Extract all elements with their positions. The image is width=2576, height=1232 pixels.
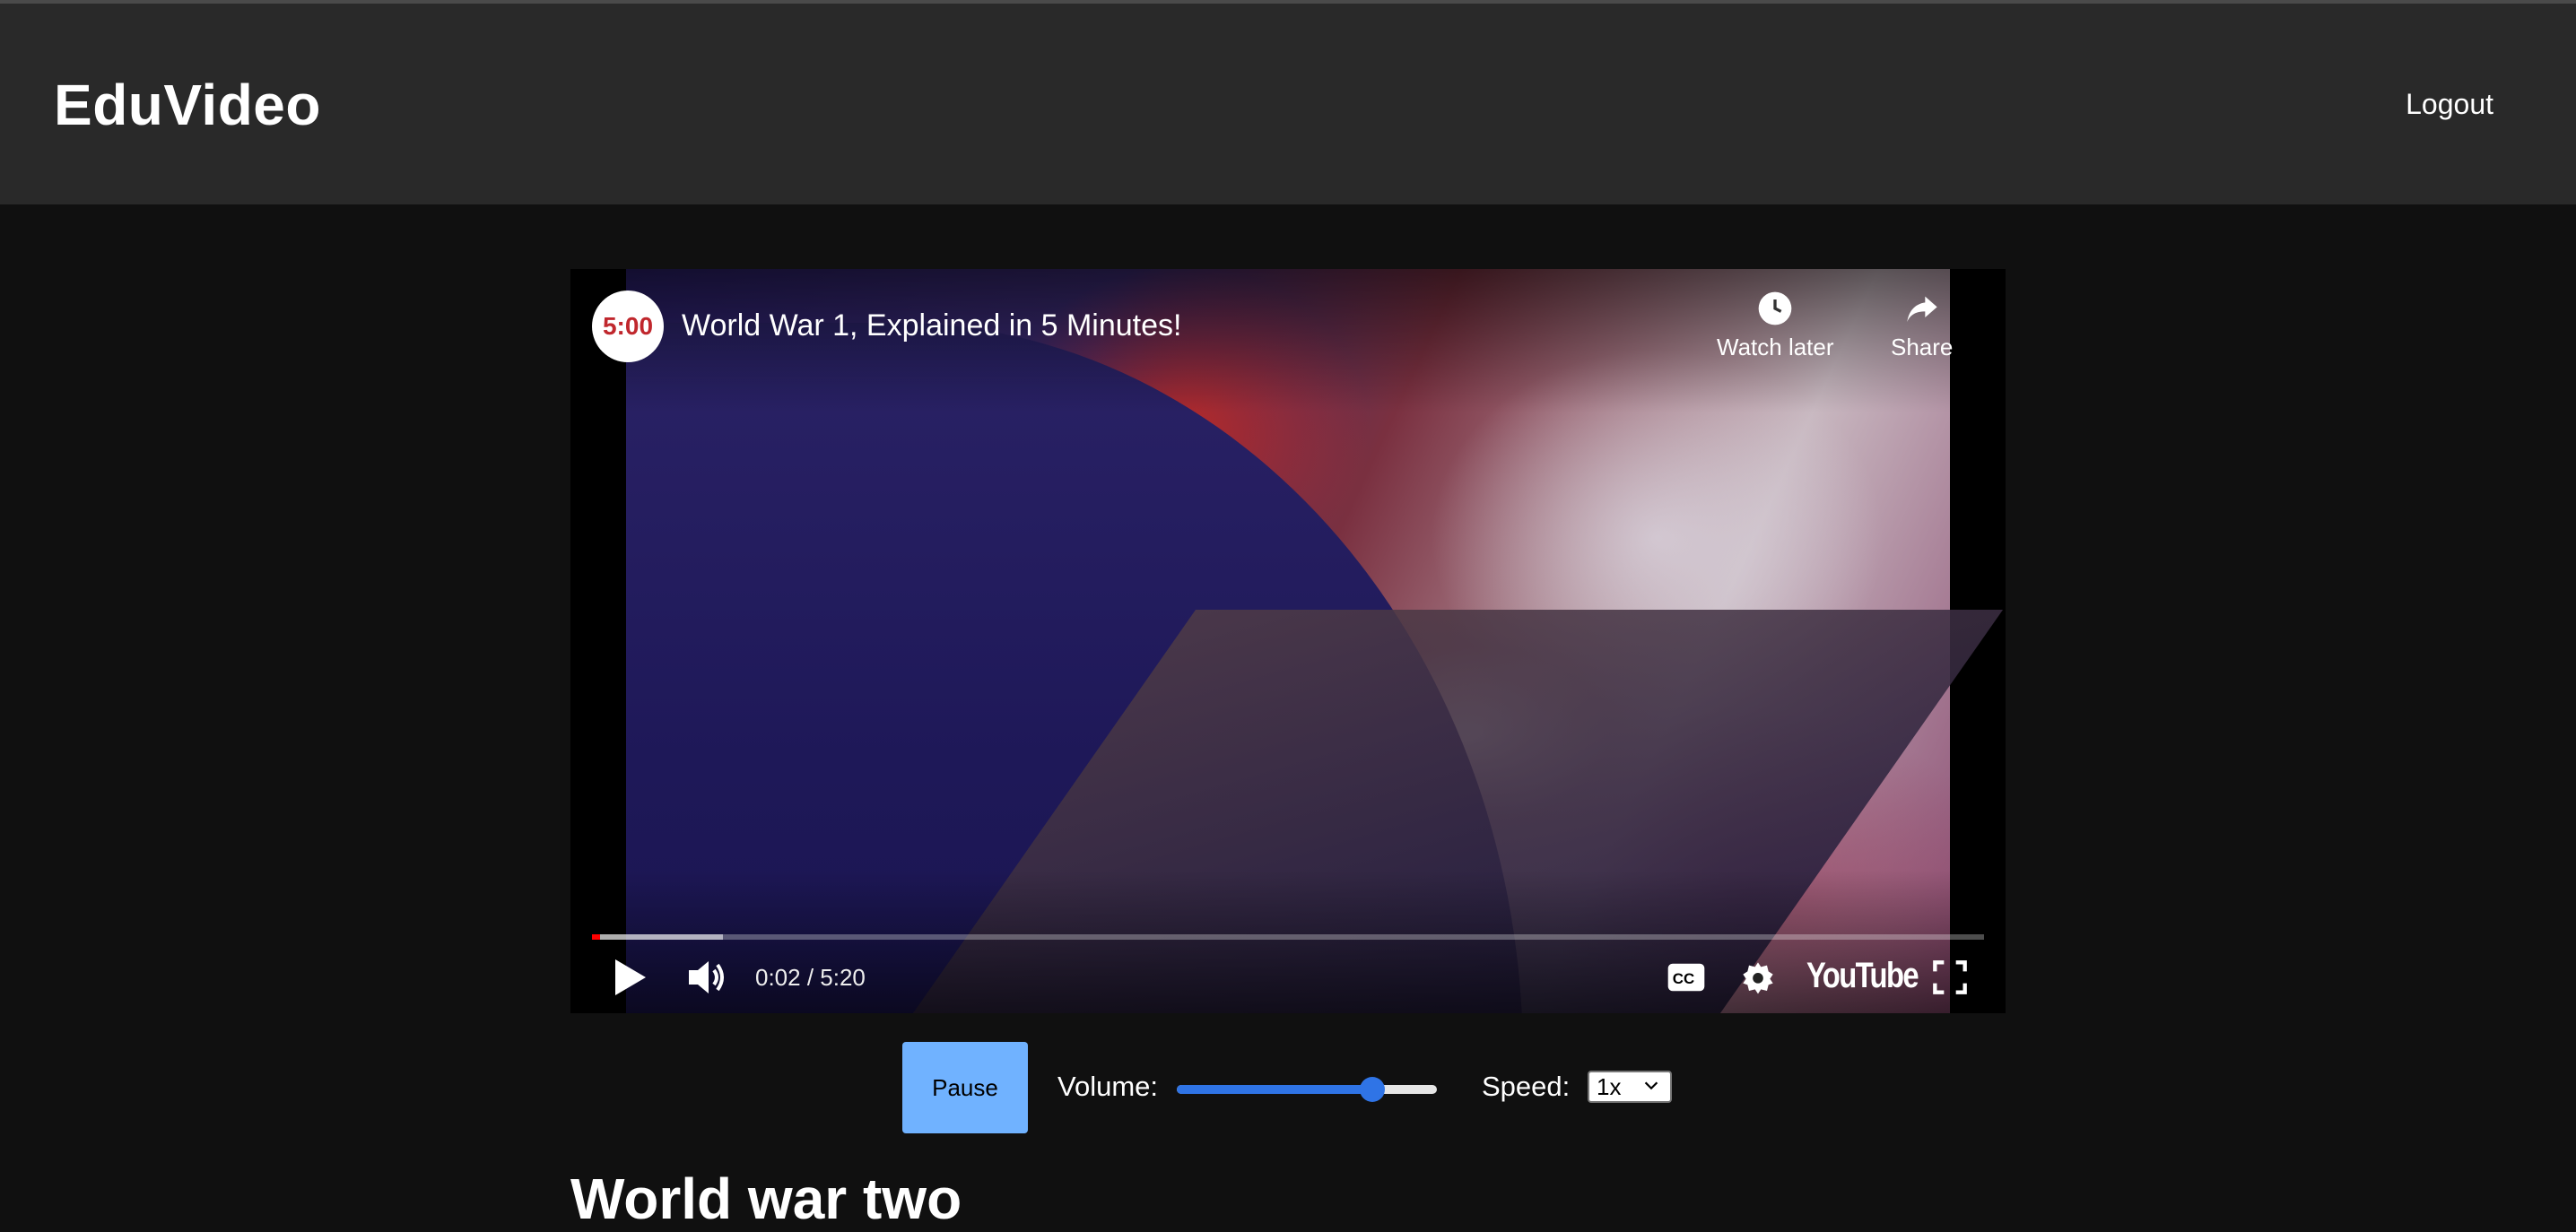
pause-button[interactable]: Pause xyxy=(902,1042,1028,1133)
clock-icon xyxy=(1758,291,1792,325)
play-button[interactable] xyxy=(612,954,648,1001)
progress-played xyxy=(592,934,601,940)
volume-slider[interactable] xyxy=(1177,1076,1437,1102)
watch-later-button[interactable]: Watch later xyxy=(1717,291,1834,361)
youtube-logo[interactable]: YouTube xyxy=(1806,956,1919,996)
channel-logo-text: 5:00 xyxy=(602,312,654,340)
volume-label: Volume: xyxy=(1057,1071,1159,1102)
speed-label: Speed: xyxy=(1482,1071,1571,1102)
custom-controls: Pause Volume: Speed: 1x xyxy=(902,1042,1710,1133)
page-title: World war two xyxy=(570,1167,962,1231)
bottom-overlay xyxy=(570,870,2006,1013)
logout-link[interactable]: Logout xyxy=(2406,88,2493,121)
share-label: Share xyxy=(1891,334,1954,360)
volume-slider-fill xyxy=(1177,1085,1372,1094)
app-header: EduVideo Logout xyxy=(0,4,2576,204)
progress-loaded xyxy=(592,934,723,940)
captions-button[interactable]: CC xyxy=(1667,954,1706,1001)
mute-button[interactable] xyxy=(685,954,728,1001)
brand-logo[interactable]: EduVideo xyxy=(54,72,321,138)
captions-icon: CC xyxy=(1667,963,1705,992)
video-title[interactable]: World War 1, Explained in 5 Minutes! xyxy=(682,308,1181,343)
time-display: 0:02 / 5:20 xyxy=(755,964,866,991)
settings-button[interactable] xyxy=(1740,954,1776,1001)
chevron-down-icon xyxy=(1644,1081,1658,1090)
channel-avatar[interactable]: 5:00 xyxy=(592,291,664,362)
watch-later-label: Watch later xyxy=(1717,334,1834,360)
share-icon xyxy=(1907,296,1937,322)
speed-select-value: 1x xyxy=(1597,1072,1622,1100)
play-icon xyxy=(615,959,646,995)
progress-bar[interactable] xyxy=(592,934,1984,940)
volume-icon xyxy=(689,961,724,993)
video-player[interactable]: 5:00 World War 1, Explained in 5 Minutes… xyxy=(570,269,2006,1013)
speed-select[interactable]: 1x xyxy=(1588,1071,1672,1103)
fullscreen-button[interactable] xyxy=(1932,954,1968,1001)
fullscreen-icon xyxy=(1933,960,1967,994)
gear-icon xyxy=(1743,962,1773,994)
volume-slider-thumb[interactable] xyxy=(1359,1077,1385,1102)
share-button[interactable]: Share xyxy=(1891,291,1953,361)
svg-text:CC: CC xyxy=(1673,970,1694,987)
